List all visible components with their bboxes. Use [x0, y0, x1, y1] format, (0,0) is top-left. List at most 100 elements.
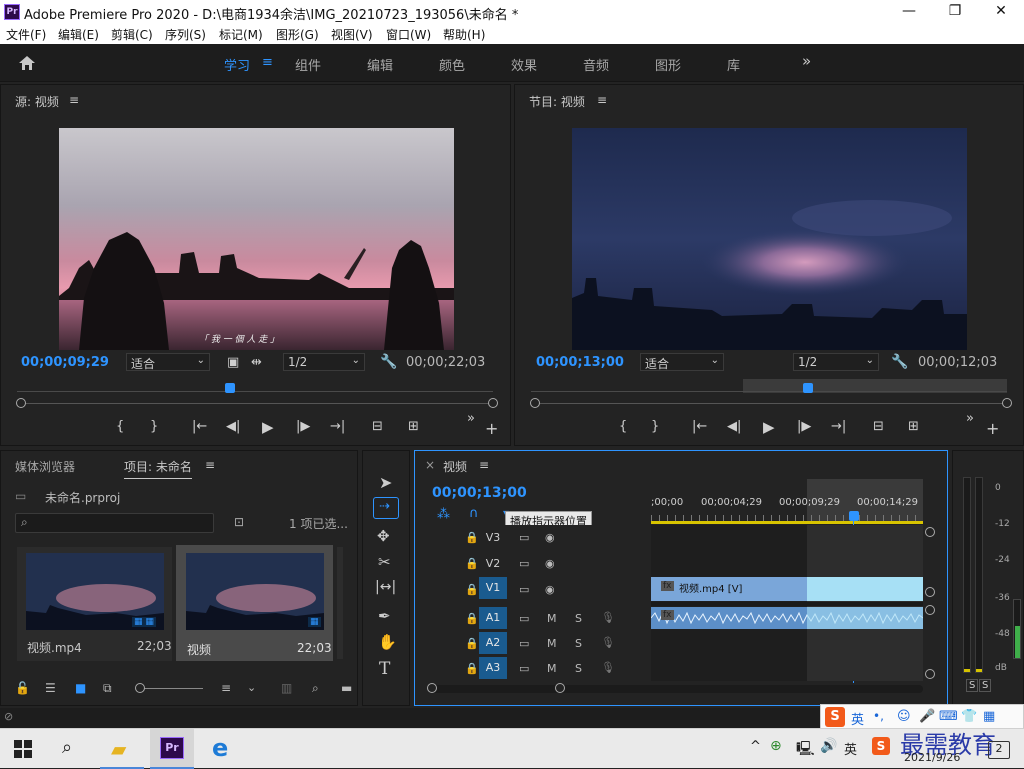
tray-app-icon[interactable]: ⊕: [770, 738, 782, 754]
track-label-a1[interactable]: A1: [479, 607, 507, 629]
list-view-icon[interactable]: ☰: [45, 681, 56, 695]
menu-help[interactable]: 帮助(H): [443, 26, 485, 43]
automate-icon[interactable]: ▥: [281, 681, 292, 695]
slip-tool-icon[interactable]: |↔|: [375, 579, 396, 595]
workspace-audio[interactable]: 音频: [583, 55, 609, 74]
mark-in-button[interactable]: {: [619, 419, 627, 434]
meter-scrollbar[interactable]: [1013, 599, 1021, 659]
source-time-ruler[interactable]: [17, 391, 493, 392]
razor-tool-icon[interactable]: ✂: [378, 553, 391, 571]
program-timecode-current[interactable]: 00;00;13;00: [536, 355, 624, 370]
pen-tool-icon[interactable]: ✒: [378, 607, 391, 625]
menu-file[interactable]: 文件(F): [6, 26, 46, 43]
video-clip-selected-section[interactable]: [807, 577, 923, 601]
wrench-icon[interactable]: 🔧: [380, 354, 397, 370]
ime-punctuation-toggle[interactable]: •,: [873, 709, 884, 723]
minimize-button[interactable]: —: [886, 0, 932, 24]
keyboard-icon[interactable]: ⌨: [939, 709, 958, 724]
track-label-v2[interactable]: V2: [479, 553, 507, 575]
wrench-icon[interactable]: 🔧: [891, 354, 908, 370]
program-add-button[interactable]: +: [986, 419, 999, 438]
sync-lock-icon[interactable]: ▭: [519, 637, 529, 650]
maximize-button[interactable]: ❐: [932, 0, 978, 24]
extract-button[interactable]: ⊞: [908, 419, 919, 434]
project-search-input[interactable]: ⌕: [15, 513, 214, 533]
emoji-icon[interactable]: ☺: [897, 709, 911, 724]
tray-expand-icon[interactable]: ^: [750, 739, 761, 754]
panel-menu-icon[interactable]: ≡: [69, 93, 79, 107]
windows-start-icon[interactable]: [14, 740, 32, 758]
program-resolution-dropdown[interactable]: 1/2 ⌄: [793, 353, 879, 371]
tab-media-browser[interactable]: 媒体浏览器: [15, 458, 75, 475]
program-scroll-track[interactable]: [535, 403, 1007, 404]
menu-graphics[interactable]: 图形(G): [276, 26, 319, 43]
track-label-v1[interactable]: V1: [479, 577, 507, 599]
ime-language-toggle[interactable]: 英: [851, 709, 864, 728]
source-playhead[interactable]: [225, 383, 235, 393]
solo-button[interactable]: S: [575, 637, 582, 650]
lock-icon[interactable]: 🔓: [15, 681, 30, 695]
skin-icon[interactable]: 👕: [961, 709, 977, 724]
timeline-horizontal-scrollbar[interactable]: [431, 685, 923, 693]
program-fit-dropdown[interactable]: 适合 ⌄: [640, 353, 724, 371]
source-add-button[interactable]: +: [485, 419, 498, 438]
track-select-tool[interactable]: ⇢: [373, 497, 399, 519]
timeline-timecode[interactable]: 00;00;13;00: [432, 485, 527, 501]
workspace-editing[interactable]: 编辑: [367, 55, 393, 74]
close-button[interactable]: ✕: [978, 0, 1024, 24]
icon-view-icon[interactable]: ■: [75, 681, 86, 695]
play-button[interactable]: ▶: [763, 418, 775, 436]
microphone-icon[interactable]: 🎙: [601, 611, 615, 624]
panel-menu-icon[interactable]: ≡: [597, 93, 607, 107]
sync-lock-icon[interactable]: ▭: [519, 612, 529, 625]
volume-icon[interactable]: 🔊: [820, 738, 837, 754]
scroll-handle[interactable]: [925, 527, 935, 537]
solo-button[interactable]: S: [575, 612, 582, 625]
menu-marker[interactable]: 标记(M): [219, 26, 263, 43]
program-playhead[interactable]: [803, 383, 813, 393]
program-time-ruler[interactable]: [531, 391, 1007, 392]
solo-left-button[interactable]: S: [966, 679, 979, 692]
program-monitor-title[interactable]: 节目: 视频: [529, 93, 585, 110]
new-bin-icon[interactable]: ⊡: [234, 515, 244, 529]
hand-tool-icon[interactable]: ✋: [378, 633, 397, 651]
step-forward-button[interactable]: |▶: [797, 419, 811, 434]
lock-icon[interactable]: 🔒: [465, 612, 479, 625]
freeform-view-icon[interactable]: ⧉: [103, 681, 112, 696]
workspace-more-button[interactable]: »: [802, 52, 811, 70]
microphone-icon[interactable]: 🎙: [601, 636, 615, 649]
source-monitor-title[interactable]: 源: 视频: [15, 93, 59, 110]
safe-margins-icon[interactable]: ▣: [227, 355, 239, 370]
go-to-in-button[interactable]: |←: [692, 419, 707, 434]
taskbar-file-explorer[interactable]: ▰: [100, 729, 144, 769]
lock-icon[interactable]: 🔒: [465, 662, 479, 675]
source-more-button[interactable]: »: [467, 411, 475, 426]
eye-icon[interactable]: ◉: [545, 557, 555, 570]
scroll-handle[interactable]: [925, 587, 935, 597]
video-clip[interactable]: fx 视频.mp4 [V]: [651, 577, 807, 601]
source-resolution-dropdown[interactable]: 1/2 ⌄: [283, 353, 365, 371]
ime-menu-icon[interactable]: ▦: [983, 709, 995, 724]
timeline-playhead-head[interactable]: [849, 511, 859, 521]
linked-selection-icon[interactable]: ∩: [469, 506, 479, 521]
mute-button[interactable]: M: [547, 612, 557, 625]
source-zoom-handle-right[interactable]: [488, 398, 498, 408]
sort-icon[interactable]: ≡: [221, 681, 231, 695]
track-label-v3[interactable]: V3: [479, 527, 507, 549]
eye-icon[interactable]: ◉: [545, 583, 555, 596]
program-zoom-handle-right[interactable]: [1002, 398, 1012, 408]
panel-menu-icon[interactable]: ≡: [479, 458, 489, 472]
track-label-a3[interactable]: A3: [479, 657, 507, 679]
source-fit-dropdown[interactable]: 适合 ⌄: [126, 353, 210, 371]
menu-clip[interactable]: 剪辑(C): [111, 26, 153, 43]
insert-overwrite-icon[interactable]: ⇹: [251, 355, 262, 370]
eye-icon[interactable]: ◉: [545, 531, 555, 544]
step-back-button[interactable]: ◀|: [727, 419, 741, 434]
lift-button[interactable]: ⊟: [873, 419, 884, 434]
mark-out-button[interactable]: }: [150, 419, 158, 434]
source-timecode-current[interactable]: 00;00;09;29: [21, 355, 109, 370]
project-item[interactable]: ▦ ▦ 视频.mp4 22;03: [17, 547, 172, 661]
workspace-graphics[interactable]: 图形: [655, 55, 681, 74]
lock-icon[interactable]: 🔒: [465, 583, 479, 596]
sogou-tray-icon[interactable]: S: [872, 737, 890, 755]
